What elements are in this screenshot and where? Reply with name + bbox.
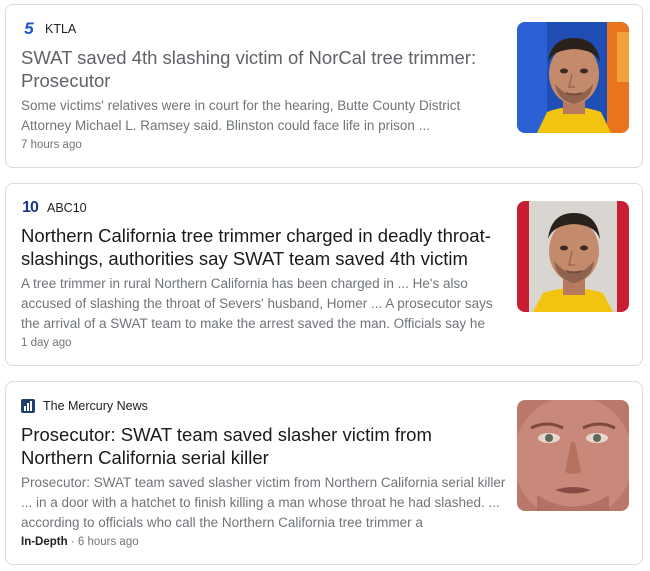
source-row: The Mercury News bbox=[21, 397, 148, 415]
article-snippet: Some victims' relatives were in court fo… bbox=[21, 98, 461, 133]
article-time: 1 day ago bbox=[21, 337, 72, 349]
meta-separator: · bbox=[67, 536, 78, 548]
article-meta: In-Depth · 6 hours ago bbox=[21, 536, 139, 548]
ktla-logo-icon: 5 bbox=[24, 19, 34, 38]
headline-link[interactable]: Northern California tree trimmer charged… bbox=[21, 224, 491, 270]
time-label: 7 hours ago bbox=[21, 139, 82, 151]
source-row: 5 KTLA bbox=[21, 19, 77, 38]
in-depth-label: In-Depth bbox=[21, 536, 68, 548]
mugshot-image-icon bbox=[517, 201, 629, 312]
news-feed: 5 KTLA SWAT saved 4th slashing victim of… bbox=[0, 0, 650, 571]
article-time: 7 hours ago bbox=[21, 139, 82, 151]
news-card-abc10[interactable]: 10 ABC10 Northern California tree trimme… bbox=[5, 183, 643, 366]
news-card-mercury-news[interactable]: The Mercury News Prosecutor: SWAT team s… bbox=[5, 381, 643, 565]
article-thumbnail[interactable] bbox=[517, 22, 629, 133]
article-thumbnail[interactable] bbox=[517, 400, 629, 511]
mercury-news-logo-icon bbox=[21, 399, 35, 413]
headline-link[interactable]: SWAT saved 4th slashing victim of NorCal… bbox=[21, 46, 491, 92]
article-snippet: A tree trimmer in rural Northern Califor… bbox=[21, 276, 493, 331]
article-thumbnail[interactable] bbox=[517, 201, 629, 312]
article-snippet: Prosecutor: SWAT team saved slasher vict… bbox=[21, 475, 506, 530]
abc10-logo-icon: 10 bbox=[22, 199, 39, 216]
time-label: 1 day ago bbox=[21, 337, 72, 349]
source-name: The Mercury News bbox=[43, 399, 148, 413]
source-name: KTLA bbox=[45, 22, 77, 36]
news-card-ktla[interactable]: 5 KTLA SWAT saved 4th slashing victim of… bbox=[5, 4, 643, 168]
source-name: ABC10 bbox=[47, 201, 87, 215]
source-row: 10 ABC10 bbox=[21, 199, 87, 217]
face-closeup-image-icon bbox=[517, 400, 629, 511]
time-label: 6 hours ago bbox=[77, 536, 139, 548]
headline-link[interactable]: Prosecutor: SWAT team saved slasher vict… bbox=[21, 423, 491, 469]
mugshot-image-icon bbox=[517, 22, 629, 133]
